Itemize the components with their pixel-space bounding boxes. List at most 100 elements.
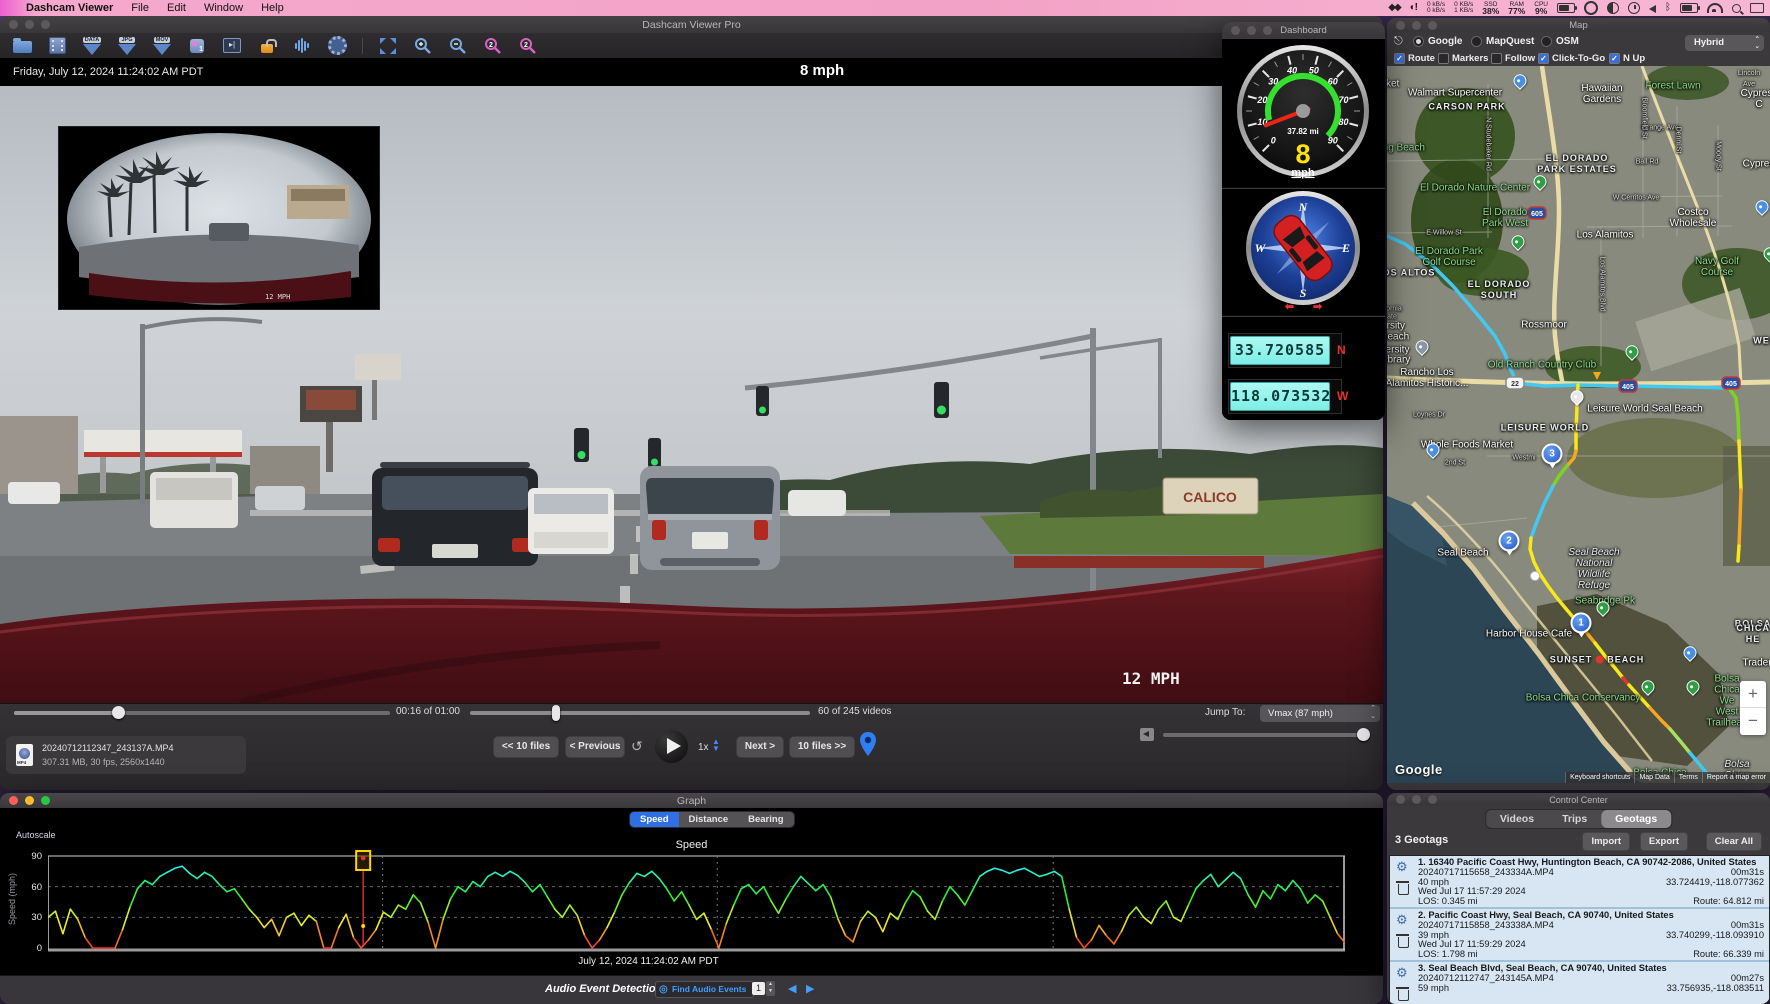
rate-stepper[interactable]: ▲▼ <box>712 738 720 752</box>
audio-count-field[interactable]: 1 <box>752 982 765 995</box>
map-type-dropdown[interactable]: Hybrid ⌃⌄ <box>1685 35 1764 51</box>
merge-videos-button[interactable] <box>185 39 209 53</box>
export-movie-button[interactable]: ▸| <box>220 38 244 53</box>
main-title-bar[interactable]: Dashcam Viewer Pro <box>0 16 1383 33</box>
file-info-card[interactable]: 20240712112347_243137A.MP4 307.31 MB, 30… <box>6 736 246 774</box>
volume-slider[interactable] <box>1163 733 1368 737</box>
volume-icon[interactable] <box>1649 5 1656 13</box>
attribution-item[interactable]: Terms <box>1674 772 1702 783</box>
heading-arrows[interactable]: ⬅ ➡ <box>1222 297 1385 315</box>
battery-icon[interactable] <box>1557 3 1575 13</box>
pip-rear-camera[interactable]: 12 MPH <box>58 126 380 310</box>
fullscreen-button[interactable] <box>376 37 400 55</box>
dropbox-icon[interactable]: ◆◆ <box>1388 3 1399 13</box>
copy-videos-button[interactable] <box>45 37 69 54</box>
clear-all-button[interactable]: Clear All <box>1706 832 1762 851</box>
gear-icon[interactable]: ⚙ <box>1396 913 1408 926</box>
volume-thumb[interactable] <box>1357 728 1370 741</box>
notification-icon[interactable]: ◖! <box>1409 3 1418 13</box>
tab-trips[interactable]: Trips <box>1548 810 1601 828</box>
video-progress-slider[interactable] <box>14 711 390 715</box>
geotag-card-2[interactable]: ⚙2. Pacific Coast Hwy, Seal Beach, CA 90… <box>1390 909 1769 962</box>
check-route[interactable]: ✓Route <box>1394 53 1435 64</box>
app-menu[interactable]: Dashcam Viewer <box>26 2 113 14</box>
geotag-marker-3[interactable]: 3 <box>1542 443 1563 464</box>
time-machine-icon[interactable] <box>1628 2 1640 14</box>
speaker-icon[interactable] <box>1140 728 1154 741</box>
geotag-card-3[interactable]: ⚙3. Seal Beach Blvd, Seal Beach, CA 9074… <box>1390 962 1769 1004</box>
check-follow[interactable]: Follow <box>1491 53 1535 64</box>
attribution-item[interactable]: Keyboard shortcuts <box>1565 772 1634 783</box>
bluetooth-icon[interactable]: ᛒ <box>1665 3 1671 13</box>
audio-count-stepper[interactable]: ▲▼ <box>766 981 775 996</box>
ssd-meter[interactable]: SSD38% <box>1482 2 1499 15</box>
gear-icon[interactable]: ⚙ <box>1396 966 1408 979</box>
audio-waveform-button[interactable] <box>290 38 314 53</box>
display-mode-icon[interactable] <box>1607 2 1619 14</box>
file-position-thumb[interactable] <box>552 705 560 721</box>
graph-title-bar[interactable]: Graph <box>0 793 1383 808</box>
check-click-to-go[interactable]: ✓Click-To-Go <box>1538 53 1605 64</box>
radio-google[interactable]: Google <box>1413 36 1462 47</box>
cpu-meter[interactable]: CPU9% <box>1534 2 1548 15</box>
next-button[interactable]: Next > <box>736 736 784 758</box>
audio-next-button[interactable]: ▶ <box>806 982 814 995</box>
trash-icon[interactable] <box>1398 937 1409 948</box>
geotag-marker-1[interactable]: 1 <box>1571 612 1592 633</box>
map-title-bar[interactable]: Map <box>1387 18 1770 32</box>
file-position-slider[interactable] <box>470 711 810 715</box>
trash-icon[interactable] <box>1398 990 1409 1001</box>
speed-chart[interactable] <box>48 848 1345 953</box>
attribution-item[interactable]: Map Data <box>1634 772 1673 783</box>
display-icon[interactable] <box>1750 3 1764 13</box>
video-frame[interactable]: CALICO <box>0 86 1383 703</box>
menu-file[interactable]: File <box>131 2 149 14</box>
menu-edit[interactable]: Edit <box>167 2 186 14</box>
poi-pin-icon[interactable] <box>1509 233 1527 251</box>
geotag-list[interactable]: ⚙1. 16340 Pacific Coast Hwy, Huntington … <box>1389 855 1770 1004</box>
export-mov-button[interactable]: MOV <box>150 37 174 55</box>
poi-pin-icon[interactable] <box>1594 599 1612 617</box>
zoom2-out-button[interactable]: 2 <box>516 37 540 55</box>
ram-meter[interactable]: RAM77% <box>1508 2 1525 15</box>
export-button[interactable]: Export <box>1640 832 1688 851</box>
zoom-out-button[interactable]: − <box>1740 708 1766 734</box>
poi-pin-icon[interactable] <box>1623 343 1641 361</box>
zoom-out-button[interactable] <box>446 37 470 55</box>
radio-osm[interactable]: OSM <box>1541 36 1579 47</box>
zoom-in-button[interactable] <box>411 37 435 55</box>
trash-icon[interactable] <box>1398 884 1409 895</box>
poi-pin-icon[interactable] <box>1413 338 1431 356</box>
open-folder-button[interactable] <box>10 38 34 53</box>
battery-icon-2[interactable] <box>1680 3 1698 13</box>
poi-pin-icon[interactable] <box>1753 198 1770 216</box>
wifi-icon[interactable] <box>1707 3 1723 13</box>
tab-speed[interactable]: Speed <box>630 812 679 827</box>
tab-videos[interactable]: Videos <box>1486 810 1548 828</box>
jump-to-dropdown[interactable]: Vmax (87 mph) ⌃⌄ <box>1260 705 1380 722</box>
lock-button[interactable] <box>255 39 279 53</box>
poi-pin-icon[interactable] <box>1761 245 1770 263</box>
poi-pin-icon[interactable] <box>1568 388 1586 406</box>
gear-icon[interactable]: ⚙ <box>1396 860 1408 873</box>
attribution-item[interactable]: Report a map error <box>1702 772 1770 783</box>
menu-window[interactable]: Window <box>204 2 243 14</box>
arrow-right-icon[interactable]: ➡ <box>1313 301 1322 313</box>
tab-bearing[interactable]: Bearing <box>738 812 793 827</box>
geotag-card-1[interactable]: ⚙1. 16340 Pacific Coast Hwy, Huntington … <box>1390 856 1769 909</box>
geotag-marker-2[interactable]: 2 <box>1499 530 1520 551</box>
poi-pin-icon[interactable] <box>1639 678 1657 696</box>
geotag-pin-button[interactable] <box>860 732 876 756</box>
arrow-left-icon[interactable]: ⬅ <box>1285 301 1294 313</box>
zoom2-in-button[interactable]: 2 <box>481 37 505 55</box>
video-progress-thumb[interactable] <box>112 706 125 719</box>
check-n-up[interactable]: ✓N Up <box>1609 53 1645 64</box>
spotlight-icon[interactable] <box>1732 4 1741 13</box>
poi-pin-icon[interactable] <box>1424 441 1442 459</box>
export-map-icon[interactable]: ⎋ <box>1394 35 1403 48</box>
menu-help[interactable]: Help <box>261 2 284 14</box>
previous-button[interactable]: < Previous <box>565 736 625 758</box>
camera-status-icon[interactable] <box>1584 1 1598 15</box>
tab-geotags[interactable]: Geotags <box>1601 810 1671 828</box>
settings-button[interactable] <box>325 36 349 55</box>
